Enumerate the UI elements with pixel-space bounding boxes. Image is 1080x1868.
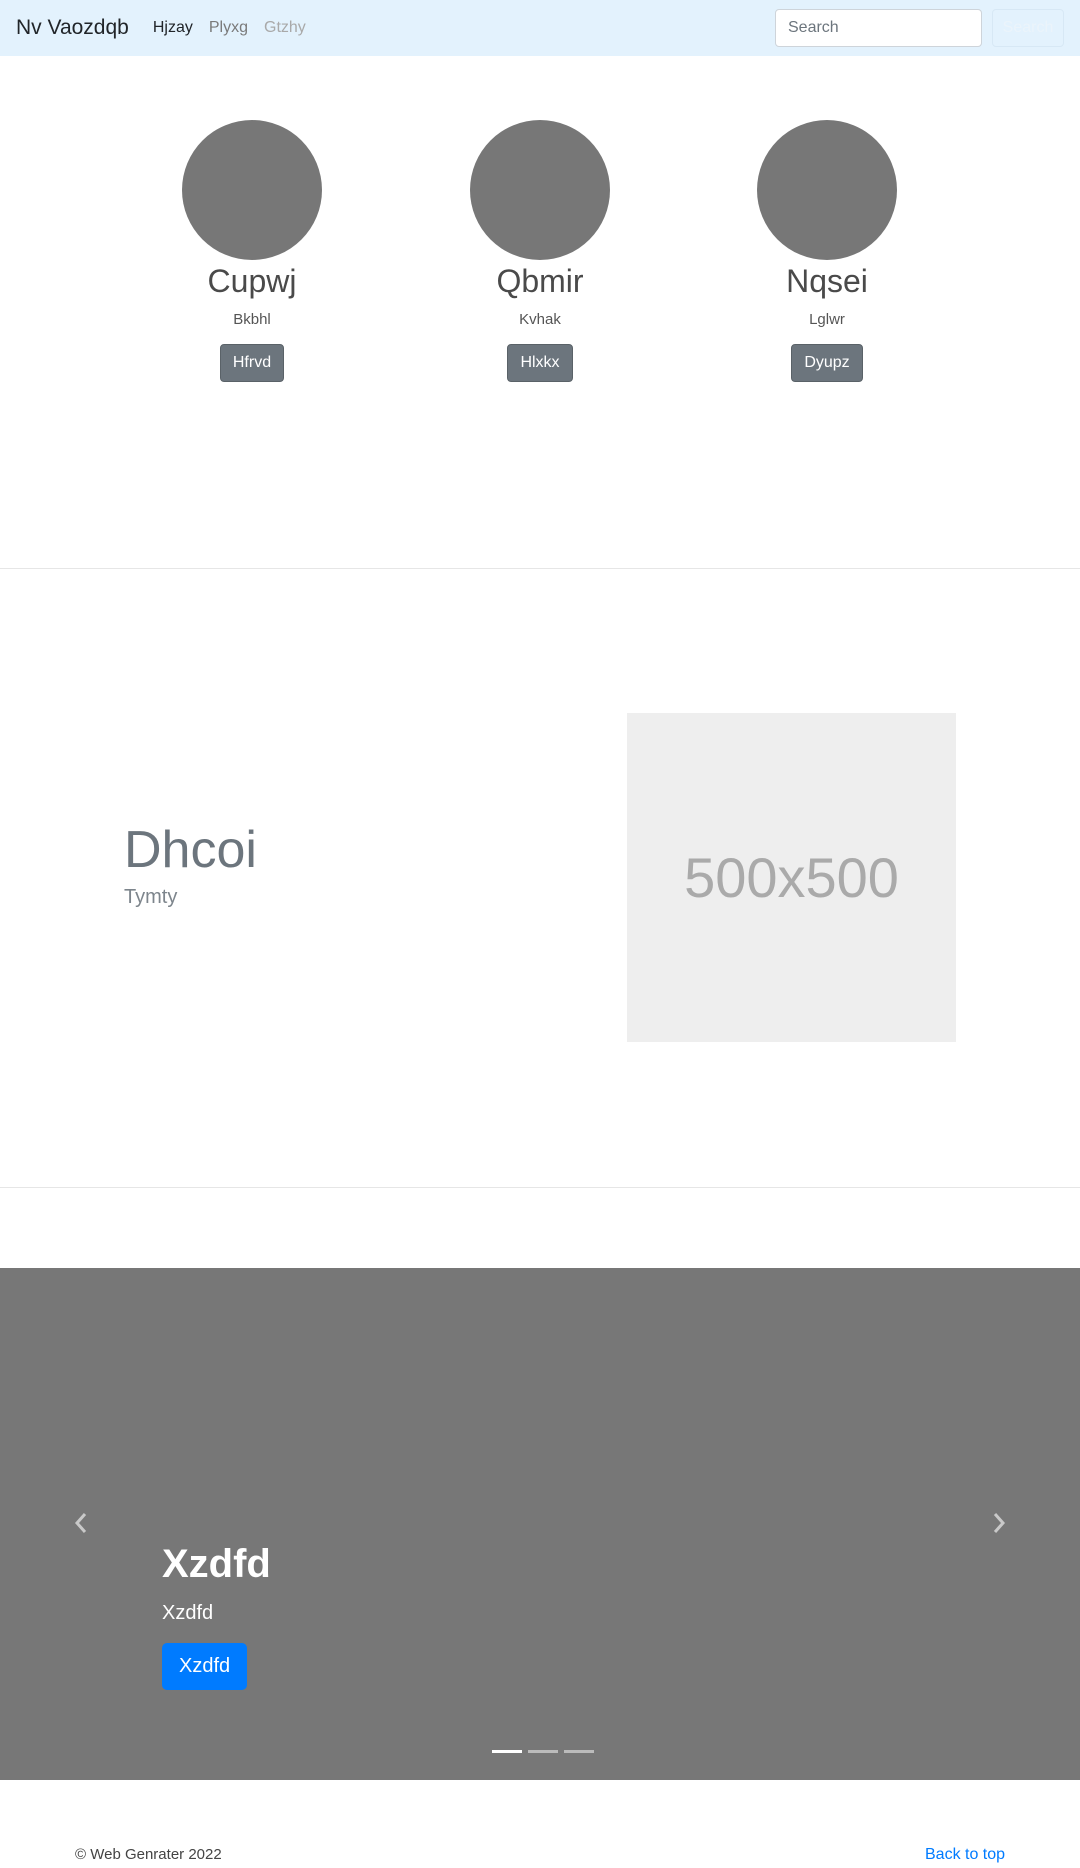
carousel-title: Xzdfd: [162, 1542, 271, 1586]
profile-name: Qbmir: [496, 263, 584, 299]
profile-name: Cupwj: [207, 263, 297, 299]
profile-button[interactable]: Hlxkx: [507, 344, 573, 383]
profile-card: Cupwj Bkbhl Hfrvd: [152, 120, 352, 383]
chevron-left-icon: [74, 1513, 87, 1533]
search-button[interactable]: Search: [992, 9, 1064, 47]
navbar-brand[interactable]: Nv Vaozdqb: [16, 16, 129, 40]
profile-role: Kvhak: [519, 311, 561, 329]
search-input[interactable]: [775, 9, 982, 47]
feature-image-placeholder: 500x500: [627, 713, 956, 1042]
profile-card: Nqsei Lglwr Dyupz: [727, 120, 927, 383]
nav-link-hjzay[interactable]: Hjzay: [153, 19, 193, 37]
carousel-indicator[interactable]: [564, 1750, 594, 1753]
search-form: Search: [775, 9, 1064, 47]
profile-button[interactable]: Hfrvd: [219, 344, 285, 383]
navbar: Nv Vaozdqb Hjzay Plyxg Gtzhy Search: [0, 0, 1080, 56]
avatar: [470, 120, 610, 260]
feature-subheading: Tymty: [124, 886, 178, 908]
avatar: [757, 120, 897, 260]
footer-copyright: © Web Genrater 2022: [75, 1846, 222, 1863]
profile-role: Bkbhl: [233, 311, 271, 329]
profiles-section: Cupwj Bkbhl Hfrvd Qbmir Kvhak Hlxkx Nqse…: [0, 56, 1080, 568]
profile-card: Qbmir Kvhak Hlxkx: [440, 120, 640, 383]
carousel-next-icon[interactable]: [984, 1508, 1014, 1538]
profile-button[interactable]: Dyupz: [791, 344, 863, 383]
carousel-indicator[interactable]: [528, 1750, 558, 1753]
nav-link-plyxg[interactable]: Plyxg: [209, 19, 248, 37]
carousel-indicators: [489, 1750, 597, 1753]
section-divider: [0, 1187, 1080, 1188]
avatar: [182, 120, 322, 260]
profile-name: Nqsei: [786, 263, 868, 299]
feature-heading: Dhcoi: [124, 821, 257, 879]
carousel-indicator[interactable]: [492, 1750, 522, 1753]
carousel-caption: Xzdfd Xzdfd Xzdfd: [162, 1540, 271, 1690]
chevron-right-icon: [993, 1513, 1006, 1533]
carousel-prev-icon[interactable]: [66, 1508, 96, 1538]
profile-role: Lglwr: [809, 311, 845, 329]
carousel: Xzdfd Xzdfd Xzdfd: [0, 1268, 1080, 1780]
back-to-top-link[interactable]: Back to top: [925, 1846, 1005, 1864]
section-divider: [0, 568, 1080, 569]
carousel-text: Xzdfd: [162, 1602, 214, 1624]
carousel-button[interactable]: Xzdfd: [162, 1643, 248, 1690]
nav-link-gtzhy: Gtzhy: [264, 19, 306, 36]
feature-image-label: 500x500: [684, 846, 899, 909]
